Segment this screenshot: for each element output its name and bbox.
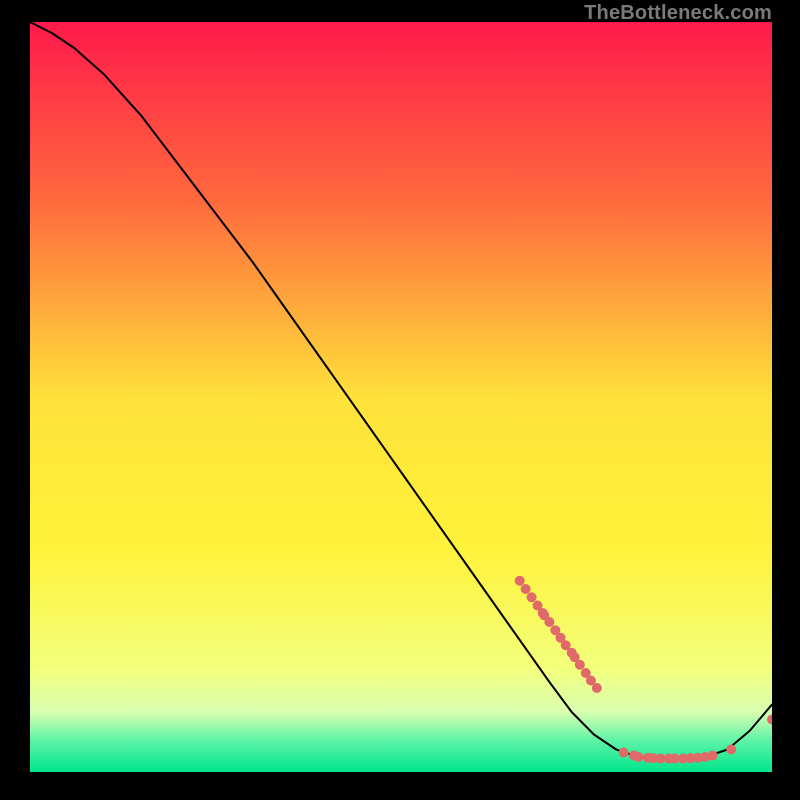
highlight-dot bbox=[515, 576, 525, 586]
chart-stage: TheBottleneck.com bbox=[0, 0, 800, 800]
highlight-dot bbox=[726, 745, 736, 755]
highlight-dot bbox=[633, 752, 643, 762]
highlight-dot bbox=[708, 751, 718, 761]
chart-plot-area bbox=[30, 22, 772, 772]
highlight-dot bbox=[575, 660, 585, 670]
highlight-dot bbox=[592, 683, 602, 693]
highlight-dot bbox=[619, 748, 629, 758]
gradient-bg bbox=[30, 22, 772, 772]
highlight-dot bbox=[521, 584, 531, 594]
chart-svg bbox=[30, 22, 772, 772]
highlight-dot bbox=[527, 592, 537, 602]
highlight-dot bbox=[544, 617, 554, 627]
